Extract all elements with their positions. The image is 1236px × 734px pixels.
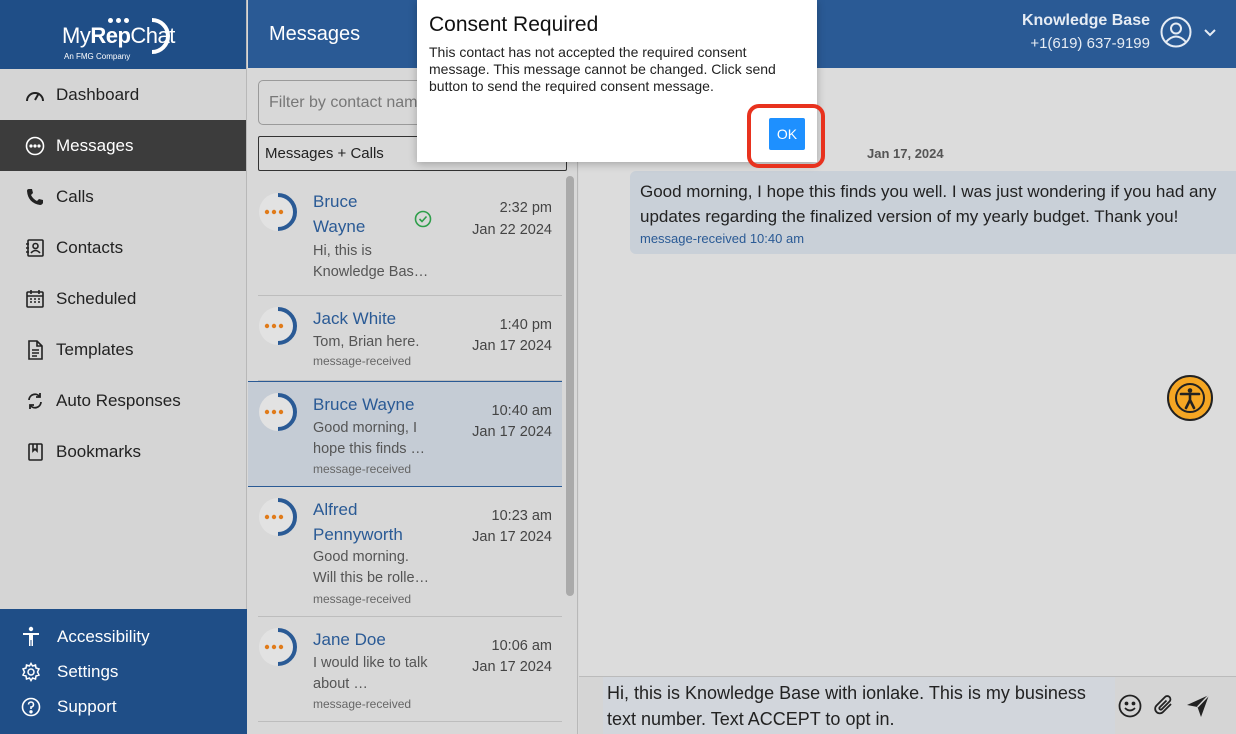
message-time: 10:23 am: [491, 508, 552, 524]
message-preview: I would like to talk about …: [313, 655, 428, 692]
contact-avatar-icon: [259, 193, 297, 231]
refresh-icon: [24, 390, 46, 412]
contact-avatar-icon: [259, 498, 297, 536]
sidebar-item-messages[interactable]: Messages: [0, 120, 246, 171]
bookmark-icon: [24, 441, 46, 463]
contact-name: Bruce Wayne: [313, 192, 366, 236]
message-meta: message-received 10:40 am: [640, 231, 805, 246]
message-time: 10:40 am: [491, 403, 552, 419]
send-icon[interactable]: [1185, 693, 1211, 719]
sidebar-item-dashboard[interactable]: Dashboard: [0, 69, 246, 120]
gauge-icon: [24, 84, 46, 106]
message-preview: Tom, Brian here.: [313, 334, 420, 350]
sidebar-item-label: Auto Responses: [56, 390, 181, 410]
message-date: Jan 17 2024: [472, 424, 552, 440]
user-avatar-icon[interactable]: [1160, 16, 1192, 48]
compose-textarea[interactable]: Hi, this is Knowledge Base with ionlake.…: [603, 677, 1115, 734]
message-time: 10:06 am: [491, 638, 552, 654]
brand-logo[interactable]: MyRepChat An FMG Company: [0, 0, 246, 69]
dialog-message: This contact has not accepted the requir…: [429, 44, 776, 94]
message-status: message-received: [313, 697, 412, 711]
phone-icon: [24, 186, 46, 208]
message-status: message-received: [313, 592, 412, 606]
message-preview: Good morning. Will this be rolle…: [313, 549, 430, 586]
sidebar-item-label: Contacts: [56, 237, 124, 257]
message-text: Good morning, I hope this finds you well…: [640, 182, 1217, 226]
message-status: message-received: [313, 354, 412, 368]
account-phone: +1(619) 637-9199: [1030, 35, 1150, 52]
sidebar-item-label: Messages: [56, 135, 134, 155]
ok-button[interactable]: OK: [769, 118, 805, 150]
dialog-title: Consent Required: [429, 13, 599, 36]
sidebar-item-label: Scheduled: [56, 288, 137, 308]
delivered-check-icon: [414, 210, 432, 228]
sidebar-item-label: Accessibility: [57, 626, 150, 646]
sidebar-item-label: Calls: [56, 186, 94, 206]
sidebar-item-contacts[interactable]: Contacts: [0, 222, 246, 273]
message-date: Jan 22 2024: [472, 222, 552, 238]
contact-name: Alfred Pennyworth: [313, 500, 403, 544]
chat-bubble-icon: [24, 135, 46, 157]
contact-name: Bruce Wayne: [313, 395, 415, 414]
message-date: Jan 17 2024: [472, 659, 552, 675]
sidebar-item-support[interactable]: Support: [0, 689, 247, 724]
contact-avatar-icon: [259, 393, 297, 431]
account-name: Knowledge Base: [1021, 12, 1150, 29]
message-status: message-received: [313, 462, 412, 476]
received-message-bubble: Good morning, I hope this finds you well…: [630, 171, 1236, 254]
gear-icon: [20, 661, 42, 683]
consent-required-dialog: Consent Required This contact has not ac…: [417, 0, 825, 168]
sidebar-item-templates[interactable]: Templates: [0, 324, 246, 375]
sidebar-item-accessibility[interactable]: Accessibility: [0, 619, 247, 654]
chevron-down-icon[interactable]: [1202, 24, 1218, 40]
date-separator: Jan 17, 2024: [867, 146, 944, 161]
contact-name: Jack White: [313, 309, 397, 328]
contact-name: Jane Doe: [313, 630, 386, 649]
message-composer: Hi, this is Knowledge Base with ionlake.…: [579, 676, 1236, 734]
logo-arc-icon: [151, 17, 170, 54]
sidebar-item-scheduled[interactable]: Scheduled: [0, 273, 246, 324]
sidebar-item-label: Settings: [57, 661, 119, 681]
conversation-item[interactable]: Jane Doe I would like to talk about … me…: [258, 617, 562, 722]
conversation-list: Bruce Wayne Hi, this is Knowledge Bas… 2…: [248, 178, 562, 722]
conversation-item-selected[interactable]: Bruce Wayne Good morning, I hope this fi…: [248, 381, 562, 487]
message-date: Jan 17 2024: [472, 338, 552, 354]
conversation-item[interactable]: Jack White Tom, Brian here. message-rece…: [258, 296, 562, 381]
emoji-icon[interactable]: [1117, 693, 1143, 719]
sidebar-nav: Dashboard Messages Calls Contacts Schedu…: [0, 69, 246, 477]
help-icon: [20, 696, 42, 718]
sidebar-item-label: Dashboard: [56, 84, 140, 104]
conversation-item[interactable]: Alfred Pennyworth Good morning. Will thi…: [258, 487, 562, 617]
accessibility-icon: [1175, 383, 1205, 413]
sidebar: MyRepChat An FMG Company Dashboard Messa…: [0, 0, 247, 734]
message-time: 2:32 pm: [499, 200, 552, 216]
contact-card-icon: [24, 237, 46, 259]
logo-subtitle: An FMG Company: [64, 51, 131, 61]
contact-avatar-icon: [259, 628, 297, 666]
list-scrollbar[interactable]: [566, 176, 574, 596]
sidebar-item-label: Templates: [56, 339, 134, 359]
message-preview: Hi, this is Knowledge Bas…: [313, 243, 429, 280]
contact-avatar-icon: [259, 307, 297, 345]
page-title: Messages: [269, 23, 361, 45]
message-date: Jan 17 2024: [472, 529, 552, 545]
accessibility-icon: [20, 626, 42, 648]
account-info[interactable]: Knowledge Base +1(619) 637-9199: [1022, 12, 1150, 52]
message-preview: Good morning, I hope this finds …: [313, 420, 426, 457]
sidebar-item-bookmarks[interactable]: Bookmarks: [0, 426, 246, 477]
paperclip-icon[interactable]: [1151, 693, 1177, 719]
sidebar-item-settings[interactable]: Settings: [0, 654, 247, 689]
sidebar-item-label: Bookmarks: [56, 441, 142, 461]
calendar-icon: [24, 288, 46, 310]
sidebar-bottom: Accessibility Settings Support: [0, 609, 247, 734]
document-icon: [24, 339, 46, 361]
chat-pane: Jan 17, 2024 Good morning, I hope this f…: [579, 68, 1236, 734]
message-time: 1:40 pm: [499, 317, 552, 333]
conversation-list-panel: Messages + Calls Bruce Wayne Hi, this is…: [248, 68, 578, 734]
sidebar-item-label: Support: [57, 696, 117, 716]
conversation-item[interactable]: Bruce Wayne Hi, this is Knowledge Bas… 2…: [258, 178, 562, 296]
sidebar-item-auto-responses[interactable]: Auto Responses: [0, 375, 246, 426]
sidebar-item-calls[interactable]: Calls: [0, 171, 246, 222]
accessibility-widget-button[interactable]: [1167, 375, 1213, 421]
